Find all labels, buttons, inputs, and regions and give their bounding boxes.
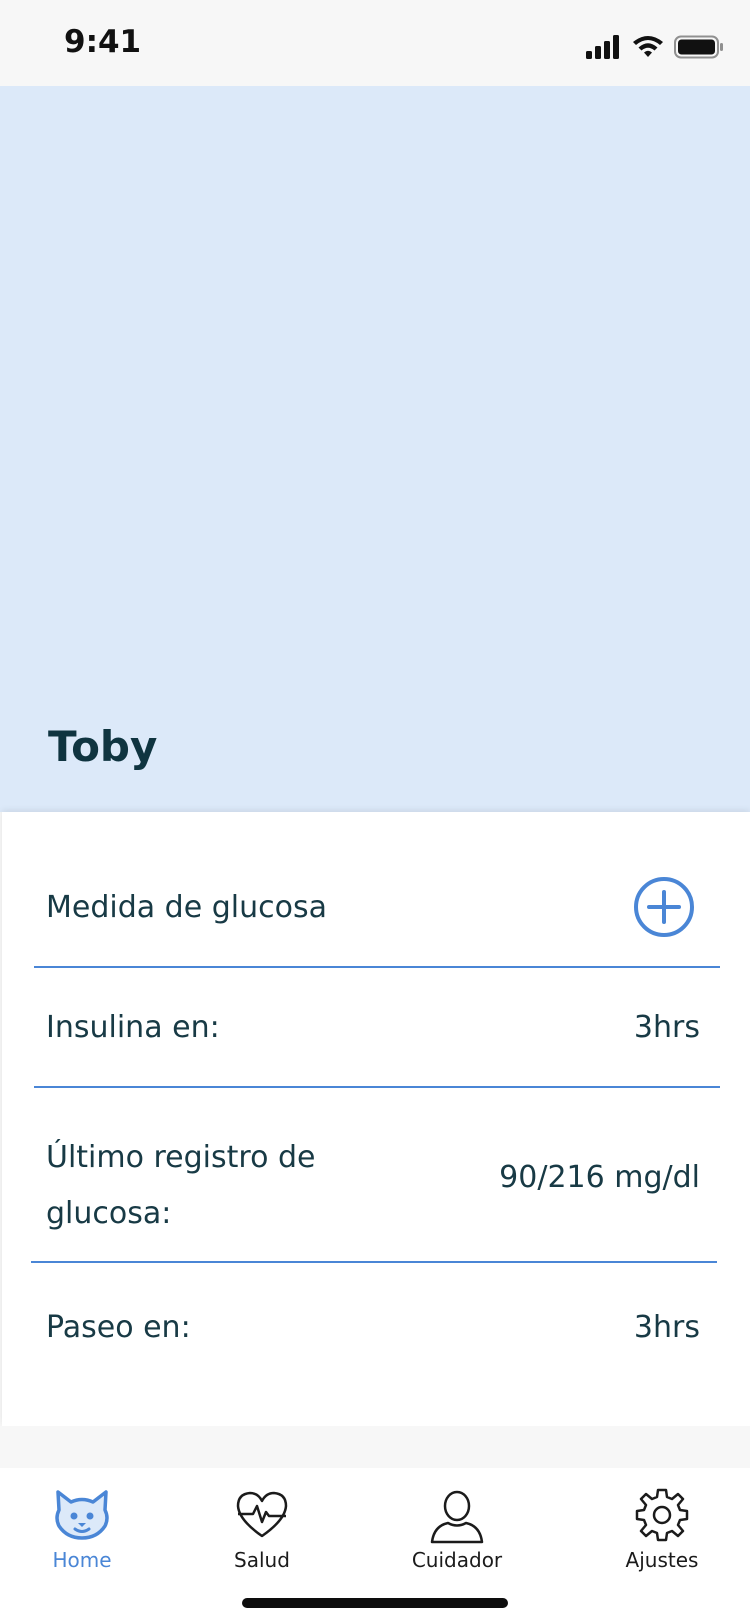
pet-hero-banner (0, 86, 750, 812)
insulin-label: Insulina en: (46, 1010, 220, 1045)
glucose-measure-label: Medida de glucosa (46, 890, 327, 925)
cat-icon (55, 1490, 109, 1540)
tab-cuidador[interactable]: Cuidador (377, 1468, 537, 1578)
spacer (0, 1426, 750, 1468)
last-glucose-label: Último registro de glucosa: (46, 1140, 316, 1231)
wifi-icon (633, 36, 663, 57)
heart-pulse-icon (236, 1491, 288, 1538)
walk-value: 3hrs (633, 1310, 700, 1345)
status-icons (586, 30, 724, 64)
gear-icon (635, 1488, 689, 1542)
tab-salud-label: Salud (234, 1548, 290, 1572)
signal-icon (586, 35, 619, 59)
tab-ajustes[interactable]: Ajustes (582, 1468, 742, 1578)
add-glucose-button[interactable] (633, 876, 695, 938)
walk-label: Paseo en: (46, 1310, 191, 1345)
plus-circle-icon (634, 877, 694, 937)
tab-salud[interactable]: Salud (182, 1468, 342, 1578)
person-icon (430, 1490, 484, 1544)
insulin-value: 3hrs (633, 1010, 700, 1045)
tab-ajustes-label: Ajustes (625, 1548, 699, 1572)
home-indicator (242, 1598, 508, 1608)
last-glucose-value: 90/216 mg/dl (499, 1160, 700, 1195)
tab-cuidador-label: Cuidador (411, 1548, 503, 1572)
status-bar: 9:41 (0, 0, 750, 86)
battery-icon (674, 35, 723, 59)
row-divider (34, 1086, 720, 1088)
row-divider (31, 1261, 717, 1263)
tab-home[interactable]: Home (2, 1468, 162, 1578)
row-divider (34, 966, 720, 968)
pet-name: Toby (48, 722, 158, 771)
tab-home-label: Home (52, 1548, 112, 1572)
status-time: 9:41 (64, 24, 142, 60)
